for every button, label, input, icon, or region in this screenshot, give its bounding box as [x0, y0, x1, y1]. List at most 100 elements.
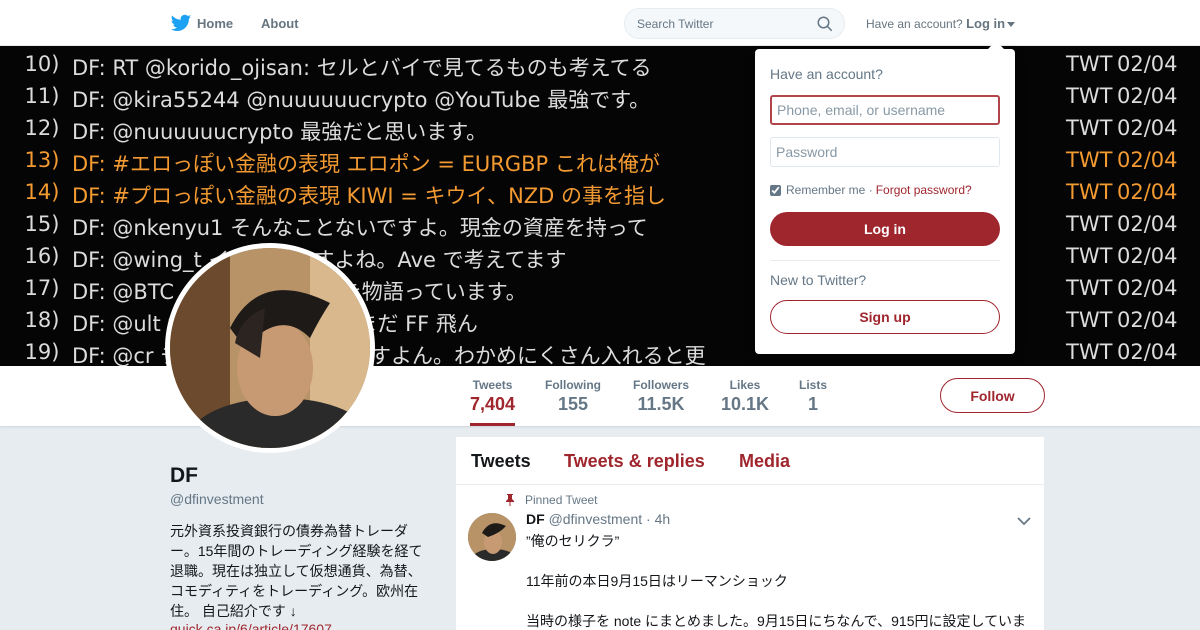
- login-button[interactable]: Log in: [770, 212, 1000, 246]
- nav-home-label: Home: [197, 15, 234, 31]
- password-field[interactable]: [770, 137, 1000, 167]
- stat-lists[interactable]: Lists 1: [799, 378, 827, 415]
- banner-src: TWT: [1066, 180, 1113, 204]
- banner-src: TWT: [1066, 52, 1113, 76]
- banner-date: 02/04: [1117, 116, 1178, 140]
- profile-handle: @dfinvestment: [170, 491, 264, 507]
- banner-txt: DF: RT @korido_ojisan: セルとバイで見てるものも考えてる: [72, 56, 652, 80]
- banner-txt: DF: #エロっぽい金融の表現 エロポン = EURGBP これは俺が: [72, 152, 660, 176]
- caret-down-icon[interactable]: [1007, 22, 1016, 28]
- login-link[interactable]: Log in: [966, 16, 1005, 31]
- banner-src: TWT: [1066, 148, 1113, 172]
- search-icon[interactable]: [816, 15, 834, 33]
- profile-link[interactable]: quick.ca.jp/6/article/17607: [170, 621, 332, 630]
- stat-label: Lists: [799, 378, 828, 392]
- pin-icon: [506, 494, 514, 506]
- tweet-text-line: 当時の様子を note にまとめました。9月15日にちなんで、915円に設定して…: [526, 613, 1027, 629]
- divider: [770, 260, 1000, 261]
- banner-txt: DF: @nkenyu1 そんなことないですよ。現金の資産を持って: [72, 216, 648, 240]
- banner-date: 02/04: [1117, 308, 1178, 332]
- login-dropdown-title: Have an account?: [770, 66, 883, 82]
- banner-date: 02/04: [1117, 180, 1178, 204]
- tab-tweets[interactable]: Tweets: [471, 451, 531, 472]
- banner-row: 10) DF: RT @korido_ojisan: セルとバイで見てるものも考え…: [0, 52, 1200, 84]
- stat-tweets[interactable]: Tweets 7,404: [470, 378, 516, 426]
- pinned-indicator: Pinned Tweet: [504, 493, 598, 507]
- remember-checkbox[interactable]: [770, 184, 781, 196]
- banner-date: 02/04: [1117, 84, 1178, 108]
- new-to-twitter-label: New to Twitter?: [770, 272, 867, 288]
- banner-num: 17): [24, 276, 60, 300]
- stat-followers[interactable]: Followers 11.5K: [633, 378, 689, 415]
- banner-num: 11): [24, 84, 60, 108]
- banner-num: 12): [24, 116, 60, 140]
- banner-date: 02/04: [1117, 52, 1178, 76]
- stat-likes[interactable]: Likes 10.1K: [721, 378, 769, 415]
- search-input[interactable]: [625, 9, 805, 38]
- avatar-photo: [170, 248, 370, 448]
- tweet-text-line: ”俺のセリクラ”: [526, 533, 620, 549]
- signup-button[interactable]: Sign up: [770, 300, 1000, 334]
- banner-date: 02/04: [1117, 212, 1178, 236]
- banner-txt: DF: @nuuuuuucrypto 最強だと思います。: [72, 120, 488, 144]
- stat-label: Following: [545, 378, 601, 392]
- remember-row: Remember me · Forgot password?: [770, 183, 972, 197]
- banner-row: 13) DF: #エロっぽい金融の表現 エロポン = EURGBP これは俺が TW…: [0, 148, 1200, 180]
- nav-about[interactable]: About: [261, 16, 299, 31]
- banner-txt: DF: #プロっぽい金融の表現 KIWI = キウイ、NZD の事を指し: [72, 184, 667, 208]
- banner-row: 16)DF: @wing_t イミングですよね。Ave で考えてますTWT02/…: [0, 244, 1200, 276]
- tweet-time[interactable]: · 4h: [646, 511, 670, 527]
- have-account-text: Have an account?: [866, 17, 963, 31]
- tab-media[interactable]: Media: [739, 451, 790, 472]
- username-field[interactable]: [770, 95, 1000, 125]
- follow-button[interactable]: Follow: [940, 378, 1045, 413]
- stat-value: 155: [557, 394, 589, 414]
- tweet-header: DF @dfinvestment · 4h: [526, 511, 670, 527]
- stat-label: Followers: [633, 378, 690, 392]
- stat-value: 10.1K: [721, 394, 770, 414]
- banner-num: 15): [24, 212, 60, 236]
- stat-value: 1: [808, 394, 819, 414]
- banner-row: 15) DF: @nkenyu1 そんなことないですよ。現金の資産を持って TWT 0…: [0, 212, 1200, 244]
- banner-src: TWT: [1066, 212, 1113, 236]
- pinned-label: Pinned Tweet: [525, 493, 598, 507]
- tweet-avatar[interactable]: [468, 513, 516, 561]
- twitter-bird-icon: [170, 14, 192, 31]
- remember-label: Remember me ·: [786, 183, 873, 197]
- tweet-author-handle[interactable]: @dfinvestment: [549, 511, 643, 527]
- banner-row: 14) DF: #プロっぽい金融の表現 KIWI = キウイ、NZD の事を指し T…: [0, 180, 1200, 212]
- profile-avatar[interactable]: [165, 243, 375, 453]
- profile-name: DF: [170, 464, 198, 487]
- banner-src: TWT: [1066, 340, 1113, 364]
- chevron-down-icon[interactable]: [1017, 516, 1031, 526]
- banner-num: 10): [24, 52, 60, 76]
- stat-value: 11.5K: [637, 394, 685, 414]
- banner-row: 12) DF: @nuuuuuucrypto 最強だと思います。 TWT 02/04: [0, 116, 1200, 148]
- top-nav: Home About Have an account? Log in: [0, 0, 1200, 46]
- banner-txt: DF: @kira55244 @nuuuuuucrypto @YouTube 最…: [72, 88, 651, 112]
- timeline-tabs: Tweets Tweets & replies Media: [456, 437, 1044, 485]
- profile-bio: 元外資系投資銀行の債券為替トレーダー。15年間のトレーディング経験を経て退職。現…: [170, 523, 423, 619]
- banner-date: 02/04: [1117, 148, 1178, 172]
- stat-following[interactable]: Following 155: [545, 378, 601, 415]
- tweet-author-name[interactable]: DF: [526, 511, 545, 527]
- banner-row: 11) DF: @kira55244 @nuuuuuucrypto @YouTub…: [0, 84, 1200, 116]
- banner-date: 02/04: [1117, 340, 1178, 364]
- tab-tweets-replies[interactable]: Tweets & replies: [564, 451, 705, 472]
- search-box: [624, 8, 845, 39]
- banner-num: 19): [24, 340, 60, 364]
- banner-num: 13): [24, 148, 60, 172]
- nav-home[interactable]: Home: [170, 12, 233, 34]
- stat-label: Likes: [729, 378, 761, 392]
- forgot-password-link[interactable]: Forgot password?: [876, 183, 972, 197]
- banner-src: TWT: [1066, 116, 1113, 140]
- stat-label: Tweets: [472, 378, 513, 392]
- tweet-avatar-photo: [468, 513, 516, 561]
- banner-num: 16): [24, 244, 60, 268]
- banner-num: 14): [24, 180, 60, 204]
- banner-src: TWT: [1066, 276, 1113, 300]
- banner-src: TWT: [1066, 308, 1113, 332]
- stat-value: 7,404: [470, 394, 516, 414]
- banner-num: 18): [24, 308, 60, 332]
- timeline: Tweets Tweets & replies Media Pinned Twe…: [456, 437, 1044, 630]
